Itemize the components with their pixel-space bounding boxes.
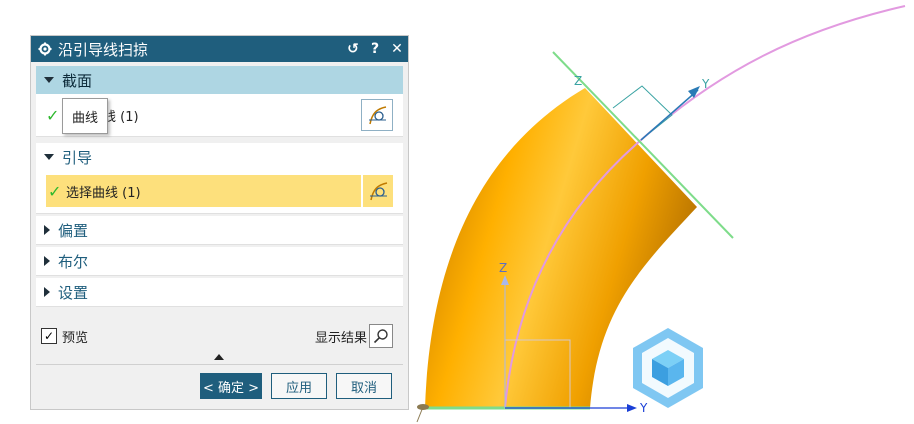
world-z-label: Z — [499, 261, 507, 275]
checkmark-icon: ✓ — [48, 181, 62, 201]
select-guide-curve-button[interactable] — [361, 175, 393, 207]
section-header-label: 截面 — [62, 71, 93, 90]
gear-icon — [38, 42, 52, 56]
section-header[interactable]: 截面 — [36, 66, 403, 94]
tooltip: 曲线 — [62, 98, 108, 134]
ok-button[interactable]: < 确定 > — [200, 373, 262, 399]
section-group: 截面 ✓ 选择曲线 (1) 曲线 — [36, 66, 403, 137]
curve-select-icon — [369, 106, 387, 125]
boolean-header[interactable]: 布尔 — [36, 247, 403, 275]
reset-button[interactable]: ↺ — [342, 41, 364, 57]
dialog-titlebar[interactable]: 沿引导线扫掠 ↺ ? ✕ — [31, 36, 408, 62]
preview-checkbox[interactable]: ✓ — [41, 328, 57, 344]
boolean-group: 布尔 — [36, 247, 403, 276]
guide-select-row[interactable]: ✓ 选择曲线 (1) — [46, 175, 393, 207]
show-result-label: 显示结果 — [314, 330, 367, 346]
dialog-buttons: < 确定 > 应用 取消 — [200, 373, 392, 399]
curve-select-icon — [370, 182, 388, 201]
boolean-header-label: 布尔 — [58, 252, 89, 271]
expand-triangle-icon — [44, 287, 50, 297]
help-button[interactable]: ? — [364, 41, 386, 57]
apply-button[interactable]: 应用 — [271, 373, 327, 399]
section-z-label: Z — [574, 74, 582, 88]
divider — [36, 364, 403, 365]
magnifier-icon — [373, 329, 388, 344]
settings-group: 设置 — [36, 278, 403, 307]
close-button[interactable]: ✕ — [386, 41, 408, 57]
section-select-row[interactable]: ✓ 选择曲线 (1) 曲线 — [36, 94, 403, 136]
guide-select-label: 选择曲线 (1) — [66, 185, 141, 201]
select-curve-button[interactable] — [361, 99, 393, 131]
show-result-button[interactable] — [369, 324, 393, 348]
offset-header[interactable]: 偏置 — [36, 216, 403, 244]
section-y-label: Y — [701, 77, 710, 91]
tooltip-text: 曲线 — [72, 111, 99, 126]
guide-header-label: 引导 — [62, 148, 93, 167]
settings-header[interactable]: 设置 — [36, 278, 403, 306]
preview-row: ✓ 预览 显示结果 — [36, 322, 403, 350]
expand-triangle-icon — [44, 256, 50, 266]
guide-header[interactable]: 引导 — [36, 143, 403, 171]
sweep-along-guide-dialog: 沿引导线扫掠 ↺ ? ✕ 截面 ✓ 选择曲线 (1) 曲线 — [30, 35, 409, 410]
collapse-triangle-icon — [44, 154, 54, 160]
expand-triangle-icon — [44, 225, 50, 235]
collapse-triangle-icon — [44, 77, 54, 83]
offset-header-label: 偏置 — [58, 221, 89, 240]
show-result-control[interactable]: 显示结果 — [315, 324, 393, 348]
watermark-cube-icon — [633, 328, 703, 408]
collapse-dialog-arrow-icon[interactable] — [214, 354, 224, 360]
y-arrowhead-world — [627, 404, 637, 412]
guide-group: 引导 ✓ 选择曲线 (1) — [36, 143, 403, 214]
world-y-label: Y — [639, 401, 648, 415]
offset-group: 偏置 — [36, 216, 403, 245]
settings-header-label: 设置 — [58, 283, 89, 302]
preview-label: 预览 — [62, 330, 89, 346]
cancel-button[interactable]: 取消 — [336, 373, 392, 399]
section-y-axis — [640, 89, 699, 141]
dialog-title: 沿引导线扫掠 — [58, 40, 149, 59]
